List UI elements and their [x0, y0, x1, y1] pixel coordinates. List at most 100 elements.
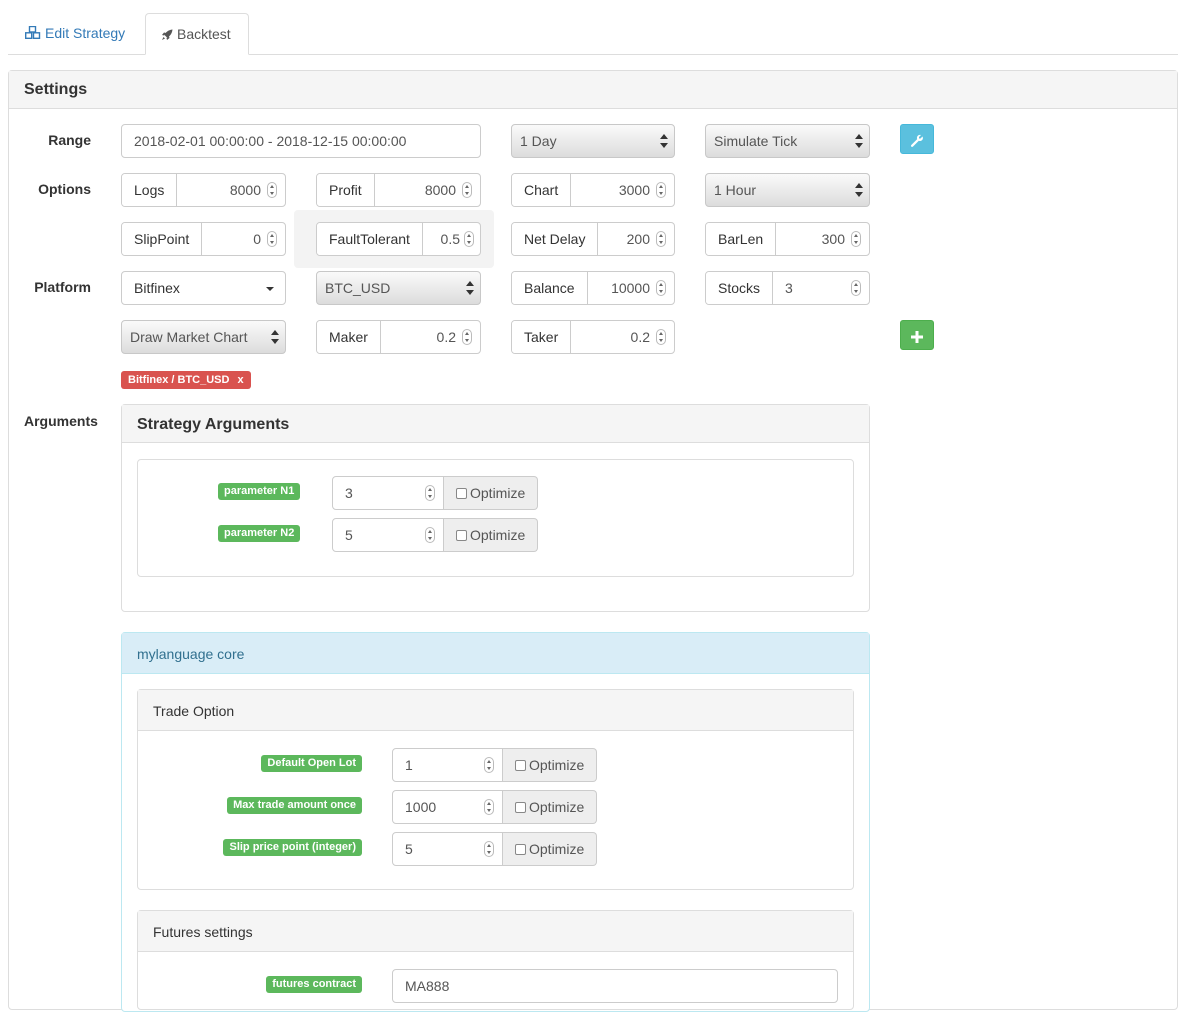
select-arrows-icon	[855, 134, 863, 148]
spinner-icon[interactable]	[425, 527, 435, 543]
period-select-value: 1 Day	[520, 133, 557, 149]
max-trade-amount-group[interactable]: 1000 Optimize	[392, 790, 598, 824]
balance-field[interactable]: Balance 10000	[511, 271, 675, 305]
logs-value[interactable]: 8000	[177, 174, 285, 206]
slippoint-field[interactable]: SlipPoint 0	[121, 222, 286, 256]
spinner-icon[interactable]	[656, 231, 666, 247]
fault-tolerant-value-text: 0.5	[440, 231, 460, 247]
spinner-icon[interactable]	[267, 231, 277, 247]
param-n1-input[interactable]: 3	[332, 476, 444, 510]
chart-value[interactable]: 3000	[571, 174, 674, 206]
slip-price-point-optimize[interactable]: Optimize	[503, 832, 598, 866]
stocks-value[interactable]: 3	[773, 272, 869, 304]
checkbox-icon[interactable]	[456, 530, 467, 541]
max-trade-amount-input[interactable]: 1000	[392, 790, 503, 824]
futures-contract-input[interactable]: MA888	[392, 969, 838, 1003]
mylanguage-core-header[interactable]: mylanguage core	[122, 633, 869, 674]
bar-period-select[interactable]: 1 Hour	[705, 173, 870, 207]
taker-value[interactable]: 0.2	[571, 321, 674, 353]
spinner-icon[interactable]	[464, 231, 474, 247]
tick-mode-select[interactable]: Simulate Tick	[705, 124, 870, 158]
default-open-lot-input[interactable]: 1	[392, 748, 503, 782]
maker-field[interactable]: Maker 0.2	[316, 320, 481, 354]
balance-value[interactable]: 10000	[588, 272, 674, 304]
stocks-field[interactable]: Stocks 3	[705, 271, 870, 305]
date-range-input[interactable]: 2018-02-01 00:00:00 - 2018-12-15 00:00:0…	[121, 124, 481, 158]
taker-addon: Taker	[512, 321, 572, 353]
slip-price-point-input[interactable]: 5	[392, 832, 503, 866]
fault-tolerant-value[interactable]: 0.5	[423, 223, 480, 255]
arguments-label: Arguments	[24, 413, 98, 429]
platform-tag-label: Bitfinex / BTC_USD	[128, 374, 230, 386]
param-n2-input[interactable]: 5	[332, 518, 444, 552]
slip-price-point-badge: Slip price point (integer)	[223, 839, 362, 856]
spinner-icon[interactable]	[484, 799, 494, 815]
default-open-lot-badge: Default Open Lot	[261, 755, 362, 772]
param-n2-value: 5	[345, 527, 353, 543]
options-label: Options	[38, 181, 91, 197]
period-select[interactable]: 1 Day	[511, 124, 675, 158]
fault-tolerant-field[interactable]: FaultTolerant 0.5	[316, 222, 481, 256]
spinner-icon[interactable]	[267, 182, 277, 198]
strategy-arguments-header: Strategy Arguments	[122, 405, 869, 443]
spinner-icon[interactable]	[425, 485, 435, 501]
spinner-icon[interactable]	[462, 182, 472, 198]
profit-field[interactable]: Profit 8000	[316, 173, 481, 207]
strategy-arguments-title: Strategy Arguments	[137, 416, 290, 433]
exchange-dropdown[interactable]: Bitfinex	[121, 271, 286, 305]
checkbox-icon[interactable]	[515, 760, 526, 771]
platform-tag: Bitfinex / BTC_USD x	[121, 371, 251, 389]
slippoint-value[interactable]: 0	[202, 223, 285, 255]
mylanguage-core-title: mylanguage core	[137, 646, 245, 662]
bar-period-select-value: 1 Hour	[714, 182, 757, 198]
param-n2-group[interactable]: 5 Optimize	[332, 518, 539, 552]
profit-value[interactable]: 8000	[375, 174, 480, 206]
slip-price-point-group[interactable]: 5 Optimize	[392, 832, 598, 866]
spinner-icon[interactable]	[656, 182, 666, 198]
remove-tag-icon[interactable]: x	[237, 374, 243, 386]
chart-field[interactable]: Chart 3000	[511, 173, 675, 207]
tab-backtest-label: Backtest	[177, 26, 231, 42]
max-trade-amount-optimize[interactable]: Optimize	[503, 790, 598, 824]
barlen-addon: BarLen	[706, 223, 777, 255]
barlen-field[interactable]: BarLen 300	[705, 222, 870, 256]
trade-option-title: Trade Option	[153, 703, 235, 719]
param-n1-optimize[interactable]: Optimize	[444, 476, 539, 510]
logs-field[interactable]: Logs 8000	[121, 173, 286, 207]
param-n1-group[interactable]: 3 Optimize	[332, 476, 539, 510]
default-open-lot-optimize[interactable]: Optimize	[503, 748, 598, 782]
spinner-icon[interactable]	[484, 757, 494, 773]
wrench-icon	[911, 134, 923, 147]
optimize-label: Optimize	[529, 841, 585, 857]
tab-backtest[interactable]: Backtest	[145, 13, 249, 55]
taker-field[interactable]: Taker 0.2	[511, 320, 675, 354]
logs-value-text: 8000	[229, 182, 261, 198]
range-label: Range	[48, 132, 91, 148]
default-open-lot-group[interactable]: 1 Optimize	[392, 748, 598, 782]
spinner-icon[interactable]	[462, 329, 472, 345]
spinner-icon[interactable]	[656, 280, 666, 296]
futures-settings-title: Futures settings	[153, 924, 253, 940]
checkbox-icon[interactable]	[456, 488, 467, 499]
spinner-icon[interactable]	[851, 280, 861, 296]
pair-select[interactable]: BTC_USD	[316, 271, 481, 305]
stocks-value-text: 3	[785, 280, 793, 296]
barlen-value[interactable]: 300	[776, 223, 869, 255]
spinner-icon[interactable]	[484, 841, 494, 857]
draw-mode-select[interactable]: Draw Market Chart	[121, 320, 286, 354]
net-delay-value[interactable]: 200	[598, 223, 674, 255]
tab-edit-strategy[interactable]: Edit Strategy	[10, 13, 140, 55]
add-platform-button[interactable]	[900, 320, 934, 350]
chart-addon: Chart	[512, 174, 572, 206]
checkbox-icon[interactable]	[515, 844, 526, 855]
maker-value[interactable]: 0.2	[381, 321, 480, 353]
spinner-icon[interactable]	[851, 231, 861, 247]
checkbox-icon[interactable]	[515, 802, 526, 813]
futures-settings-header: Futures settings	[138, 911, 853, 952]
rocket-icon	[162, 29, 173, 40]
optimize-label: Optimize	[529, 799, 585, 815]
advanced-settings-button[interactable]	[900, 124, 934, 154]
spinner-icon[interactable]	[656, 329, 666, 345]
param-n2-optimize[interactable]: Optimize	[444, 518, 539, 552]
net-delay-field[interactable]: Net Delay 200	[511, 222, 675, 256]
